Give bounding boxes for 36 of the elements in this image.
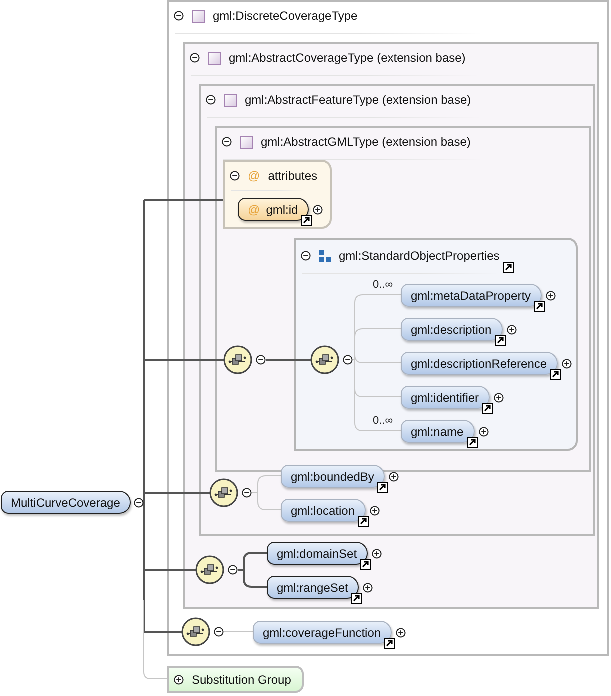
- element-node[interactable]: MultiCurveCoverage: [1, 491, 132, 514]
- element-node[interactable]: gml:description: [401, 318, 503, 341]
- node-label: MultiCurveCoverage: [11, 496, 120, 510]
- node-label: gml:id: [266, 202, 298, 216]
- substitution-group-node[interactable]: Substitution Group: [167, 666, 304, 693]
- element-node[interactable]: gml:descriptionReference: [401, 352, 558, 375]
- node-label: gml:coverageFunction: [263, 626, 382, 640]
- occurrence-label: 0..∞: [373, 279, 394, 291]
- element-node[interactable]: gml:domainSet: [267, 542, 368, 565]
- type-title: gml:AbstractFeatureType (extension base): [245, 93, 472, 107]
- node-label: gml:identifier: [411, 390, 480, 404]
- node-label: gml:domainSet: [277, 546, 358, 560]
- attribute-icon: @: [248, 169, 260, 183]
- node-label: gml:description: [411, 322, 492, 336]
- element-node[interactable]: gml:metaDataProperty: [401, 284, 542, 307]
- element-node[interactable]: gml:name: [401, 420, 475, 443]
- occurrence-label: 0..∞: [373, 415, 394, 427]
- element-node[interactable]: gml:boundedBy: [281, 465, 386, 488]
- attribute-node[interactable]: @ gml:id: [238, 198, 310, 221]
- attributes-title: attributes: [268, 169, 318, 183]
- type-title: gml:DiscreteCoverageType: [213, 9, 358, 23]
- element-node[interactable]: gml:rangeSet: [267, 576, 360, 599]
- type-title: gml:AbstractGMLType (extension base): [261, 135, 471, 149]
- element-node[interactable]: gml:coverageFunction: [253, 621, 392, 644]
- node-label: gml:descriptionReference: [411, 356, 548, 370]
- node-label: gml:location: [291, 504, 356, 518]
- type-title: gml:AbstractCoverageType (extension base): [229, 51, 466, 65]
- node-label: gml:metaDataProperty: [411, 288, 532, 302]
- element-node[interactable]: gml:identifier: [401, 386, 490, 409]
- node-label: Substitution Group: [192, 672, 292, 686]
- node-label: gml:boundedBy: [291, 470, 374, 484]
- element-node[interactable]: gml:location: [281, 499, 366, 522]
- attribute-icon: @: [248, 202, 260, 216]
- group-title: gml:StandardObjectProperties: [339, 249, 500, 263]
- node-label: gml:rangeSet: [277, 580, 348, 594]
- node-label: gml:name: [411, 424, 464, 438]
